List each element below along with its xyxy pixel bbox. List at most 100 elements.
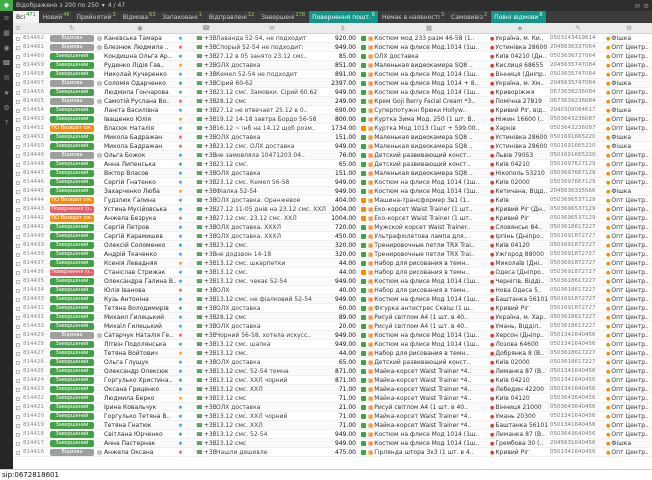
phone-cell[interactable]: ☎+3В (196, 70, 216, 79)
client-name[interactable]: Олексій Соломенко (104, 241, 176, 250)
client-name[interactable]: Літвін Подолянська (104, 340, 176, 349)
filter-tab[interactable]: Повні відмови8 (491, 11, 546, 23)
phone-cell[interactable]: ☎+3В (196, 430, 216, 439)
table-row[interactable]: 814447ЗавершенийВіктор Власов★☎+3ВОЛХ до… (13, 169, 652, 178)
table-row[interactable]: 814433ЗавершенийКузь Антоніна★☎+3В13.12 … (13, 295, 652, 304)
table-row[interactable]: 814418ЗавершенийСвітлана Юрченко★☎+3В13.… (13, 430, 652, 439)
row-checkbox[interactable] (16, 379, 20, 383)
settings-column-icon[interactable]: ⚙ (606, 24, 652, 32)
row-checkbox[interactable] (16, 397, 20, 401)
info-icon[interactable]: i (97, 45, 102, 50)
phone-cell[interactable]: ☎+3В (196, 52, 216, 61)
client-name[interactable]: Сергій Карамишев (104, 232, 176, 241)
table-row[interactable]: 814434ЗавершенийЮлія Іванова★☎+3ВОЛХ40.0… (13, 286, 652, 295)
favorites-icon[interactable]: ★ (0, 86, 13, 101)
client-name[interactable]: Ольга Глущук (104, 358, 176, 367)
table-row[interactable]: 814426ЗавершенийОльга Глущук★☎+3ВОЛХ дос… (13, 358, 652, 367)
phone-cell[interactable]: ☎+3В (196, 88, 216, 97)
client-name[interactable]: Сергій Гнатенко (104, 178, 176, 187)
filter-tab[interactable]: Самовивіз2 (448, 11, 491, 23)
table-row[interactable]: 814429ВідмоваiСатарчук Наталія Ге..★☎+3В… (13, 331, 652, 340)
table-row[interactable]: 814458ЗавершенийНиколай Кучеренко★☎+3ВКе… (13, 70, 652, 79)
client-name[interactable]: Андрій Ткаченко (104, 250, 176, 259)
row-checkbox[interactable] (16, 325, 20, 329)
phone-cell[interactable]: ☎+3В (196, 277, 216, 286)
filter-tab[interactable]: Прийнятий3 (74, 11, 120, 23)
row-checkbox[interactable] (16, 46, 20, 50)
phone-cell[interactable]: ☎+3В (196, 169, 216, 178)
table-row[interactable]: 814419ЗавершенийТетяна Гнатюк★☎+3В13.12 … (13, 421, 652, 430)
table-row[interactable]: 814456ЗавершенийЛюдмила Гончарова★☎+3В23… (13, 88, 652, 97)
client-name[interactable]: Людмила Гончарова (104, 88, 176, 97)
phone-cell[interactable]: ☎+3В (196, 304, 216, 313)
table-row[interactable]: 814436Повернення (з..Станіслав Стрижак★☎… (13, 268, 652, 277)
phone-cell[interactable]: ☎+3В (196, 421, 216, 430)
phone-cell[interactable]: ☎+3В (196, 313, 216, 322)
sum-column-icon[interactable]: $ (328, 24, 358, 32)
phone-cell[interactable]: ☎+3В (196, 403, 216, 412)
row-checkbox[interactable] (16, 55, 20, 59)
table-row[interactable]: 814455ВідмоваiСамотій Руслана Во..★☎+3В2… (13, 97, 652, 106)
phone-cell[interactable]: ☎+3В (196, 340, 216, 349)
client-name[interactable]: Олександр Олексюк (104, 367, 176, 376)
client-name[interactable]: Микола Бадражан (104, 142, 176, 151)
row-checkbox[interactable] (16, 208, 20, 212)
row-checkbox[interactable] (16, 145, 20, 149)
info-icon[interactable]: i (97, 333, 102, 338)
table-row[interactable]: 814446ЗавершенийСергій Гнатенко★☎+3В23.1… (13, 178, 652, 187)
filter-tab[interactable]: Немає в наявності3 (379, 11, 448, 23)
client-name[interactable]: Світлана Юрченко (104, 430, 176, 439)
row-checkbox[interactable] (16, 307, 20, 311)
phone-cell[interactable]: ☎+3В (196, 43, 216, 52)
client-name[interactable]: Захарченко Люба (104, 187, 176, 196)
client-name[interactable]: Устина Мусійовська (104, 205, 176, 214)
phone-cell[interactable]: ☎+3В (196, 106, 216, 115)
client-name[interactable]: Анжела Оксана (104, 448, 176, 457)
client-name[interactable]: Кондишна Ольга Ар.. (104, 52, 176, 61)
client-name[interactable]: Кузь Антоніна (104, 295, 176, 304)
phone-cell[interactable]: ☎+3В (196, 205, 216, 214)
row-checkbox[interactable] (16, 235, 20, 239)
phone-cell[interactable]: ☎+3В (196, 79, 216, 88)
phone-cell[interactable]: ☎+3В (196, 268, 216, 277)
table-row[interactable]: 814431ЗавершенийМихаил Гилецький★☎+3В28.… (13, 313, 652, 322)
row-checkbox[interactable] (16, 298, 20, 302)
client-name[interactable]: Тетяна Войтович (104, 349, 176, 358)
phone-cell[interactable]: ☎+3В (196, 367, 216, 376)
client-name[interactable]: Олександра Галина В.. (104, 277, 176, 286)
filter-tab[interactable]: Всі471 (13, 11, 40, 23)
row-checkbox[interactable] (16, 262, 20, 266)
client-name[interactable]: Ланіта Василівна (104, 106, 176, 115)
table-row[interactable]: 814422ЗавершенийЛюдмила Берко★☎+3В13.12 … (13, 394, 652, 403)
table-row[interactable]: 814450ЗавершенийМикола Бадражан★☎+3В23.1… (13, 142, 652, 151)
row-checkbox[interactable] (16, 199, 20, 203)
client-name[interactable]: Анна Липенська (104, 160, 176, 169)
settings-icon[interactable]: ⚙ (643, 2, 649, 10)
phone-cell[interactable]: ☎+3В (196, 232, 216, 241)
row-checkbox[interactable] (16, 217, 20, 221)
table-row[interactable]: 814437ЗавершенийКсенія Левадняя★☎+3В13.1… (13, 259, 652, 268)
phone-cell[interactable]: ☎+3В (196, 196, 216, 205)
mail-icon[interactable]: ✉ (635, 2, 640, 10)
phone-cell[interactable]: ☎+3В (196, 178, 216, 187)
phone-cell[interactable]: ☎+3В (196, 160, 216, 169)
row-checkbox[interactable] (16, 37, 20, 41)
row-checkbox[interactable] (16, 118, 20, 122)
client-name[interactable]: Горгулько Тетяна В.. (104, 412, 176, 421)
phone-cell[interactable]: ☎+3В (196, 385, 216, 394)
row-checkbox[interactable] (16, 163, 20, 167)
row-checkbox[interactable] (16, 82, 20, 86)
client-name[interactable]: Тетяна Володимирів (104, 304, 176, 313)
row-checkbox[interactable] (16, 316, 20, 320)
table-row[interactable]: 814421ЗавершенийІрина Ковальчук★☎+3ВОЛХ … (13, 403, 652, 412)
phone-cell[interactable]: ☎+3В (196, 241, 216, 250)
row-checkbox[interactable] (16, 406, 20, 410)
table-row[interactable]: 814445ЗавершенийЗахарченко Люба★☎+3ВФіал… (13, 187, 652, 196)
table-row[interactable]: 814459ЗавершенийРуденко Лідія Гав..★☎+3В… (13, 61, 652, 70)
row-checkbox[interactable] (16, 280, 20, 284)
row-checkbox[interactable] (16, 343, 20, 347)
table-row[interactable]: 814461ВідмоваiБлезнюк Людмила ..★☎+3ВСпо… (13, 43, 652, 52)
table-row[interactable]: 814417ЗавершенийАнна Пастернак★☎+3В23.12… (13, 439, 652, 448)
ttn-column-icon[interactable]: ✎ (550, 24, 606, 32)
phone-cell[interactable]: ☎+3В (196, 250, 216, 259)
